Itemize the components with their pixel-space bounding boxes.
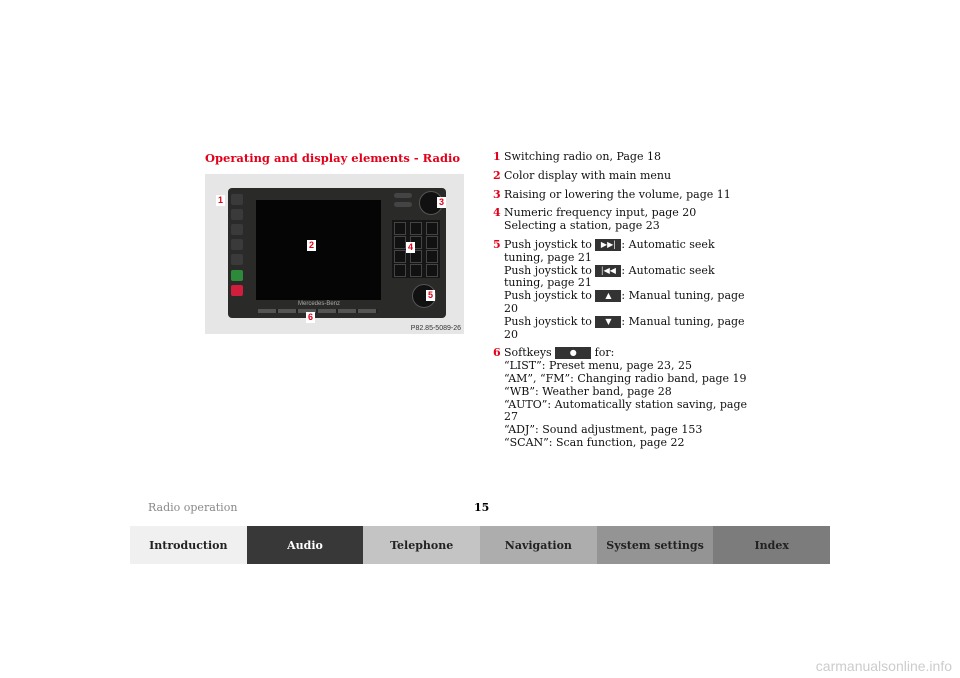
tab-introduction[interactable]: Introduction (130, 526, 247, 564)
callout-1: 1 (216, 195, 226, 206)
item-number: 1 (493, 150, 501, 163)
list-item: 6 Softkeys ● for: “LIST”: Preset menu, p… (493, 346, 753, 449)
list-item: 3 Raising or lowering the volume, page 11 (493, 187, 753, 202)
radio-figure: Mercedes-Benz 1 2 3 4 5 6 P82.85-5089-26 (205, 174, 464, 334)
seek-forward-icon: ▶▶| (595, 238, 622, 251)
seek-back-icon: |◀◀ (595, 264, 622, 277)
figure-title: Operating and display elements - Radio (205, 151, 461, 165)
list-item: 4 Numeric frequency input, page 20 Selecti… (493, 207, 753, 233)
item-text: “WB”: Weather band, page 28 (504, 384, 672, 398)
item-number: 2 (493, 168, 501, 182)
arrow-up-icon: ▲ (595, 290, 622, 303)
figure-caption: P82.85-5089-26 (410, 325, 461, 332)
item-number: 4 (493, 206, 501, 220)
tab-navigation[interactable]: Navigation (480, 526, 597, 564)
tab-telephone[interactable]: Telephone (363, 526, 481, 564)
callout-3: 3 (437, 197, 447, 208)
list-item: 1 Switching radio on, Page 18 (493, 150, 753, 164)
joystick-line: Push joystick to |◀◀: Automatic seek tun… (504, 263, 715, 290)
joystick-line: Push joystick to ▼: Manual tuning, page … (504, 314, 745, 341)
tab-index[interactable]: Index (713, 526, 831, 564)
callout-5: 5 (426, 290, 436, 301)
item-text: Raising or lowering the volume, page 11 (504, 187, 731, 201)
watermark: carmanualsonline.info (815, 658, 952, 674)
item-text: Selecting a station, page 23 (504, 219, 660, 233)
legend-list: 1 Switching radio on, Page 18 2 Color disp… (493, 150, 753, 456)
callout-4: 4 (406, 242, 416, 253)
item-text: “SCAN”: Scan function, page 22 (504, 435, 685, 449)
callout-2: 2 (307, 240, 317, 251)
callout-6: 6 (306, 312, 316, 323)
item-text: Switching radio on, Page 18 (504, 150, 661, 163)
list-item: 2 Color display with main menu (493, 168, 753, 183)
item-number: 6 (493, 346, 501, 360)
brand-label: Mercedes-Benz (298, 301, 341, 307)
softkeys (258, 309, 378, 313)
joystick-line: Push joystick to ▶▶|: Automatic seek tun… (504, 237, 715, 264)
chapter-tabs: Introduction Audio Telephone Navigation … (130, 526, 831, 564)
page-number: 15 (474, 501, 490, 514)
item-number: 5 (493, 237, 501, 251)
arrow-down-icon: ▼ (595, 315, 622, 328)
radio-unit-image: Mercedes-Benz (228, 188, 446, 318)
tab-audio[interactable]: Audio (246, 526, 364, 564)
item-text: Color display with main menu (504, 168, 672, 182)
softkey-icon: ● (555, 347, 592, 360)
list-item: 5 Push joystick to ▶▶|: Automatic seek t… (493, 237, 753, 341)
item-text: “AUTO”: Automatically station saving, pa… (504, 397, 748, 424)
item-number: 3 (493, 187, 501, 201)
joystick-line: Push joystick to ▲: Manual tuning, page … (504, 289, 745, 315)
keypad (392, 220, 440, 278)
section-title: Radio operation (148, 501, 238, 514)
tab-system-settings[interactable]: System settings (596, 526, 714, 564)
display-screen (256, 200, 381, 300)
item-text: “AM”, “FM”: Changing radio band, page 19 (504, 371, 747, 385)
